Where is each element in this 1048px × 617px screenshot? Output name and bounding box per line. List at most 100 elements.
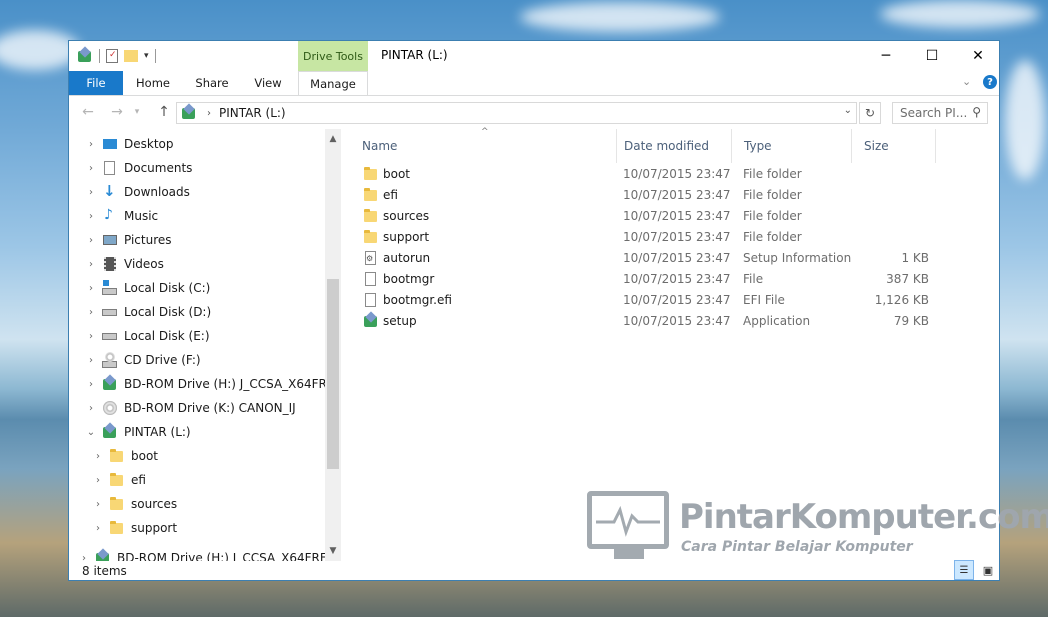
file-type: File folder xyxy=(743,229,802,244)
chevron-right-icon[interactable]: › xyxy=(84,139,98,150)
nav-label: Videos xyxy=(124,257,164,271)
desktop-cloud xyxy=(1005,60,1045,180)
chevron-right-icon[interactable]: › xyxy=(91,451,105,462)
tab-manage[interactable]: Manage xyxy=(298,71,368,95)
chevron-down-icon[interactable]: ⌄ xyxy=(84,427,98,438)
tab-share[interactable]: Share xyxy=(189,71,235,95)
nav-label: efi xyxy=(131,473,146,487)
address-bar[interactable]: › PINTAR (L:) ⌄ xyxy=(176,102,857,124)
nav-item-pictures[interactable]: › Pictures xyxy=(84,228,172,252)
tab-home[interactable]: Home xyxy=(129,71,177,95)
nav-label: BD-ROM Drive (K:) CANON_IJ xyxy=(124,401,296,415)
breadcrumb-chevron-icon[interactable]: › xyxy=(207,108,211,119)
nav-label: Downloads xyxy=(124,185,190,199)
setup-app-icon xyxy=(363,313,378,328)
navigation-scrollbar[interactable]: ▲ ▼ xyxy=(325,129,341,561)
column-header-size[interactable]: Size xyxy=(852,129,936,163)
tab-view[interactable]: View xyxy=(247,71,289,95)
drive-icon xyxy=(181,105,197,121)
chevron-right-icon[interactable]: › xyxy=(84,379,98,390)
chevron-right-icon[interactable]: › xyxy=(84,283,98,294)
customize-toolbar-icon[interactable]: ▾ xyxy=(144,51,149,61)
chevron-right-icon[interactable]: › xyxy=(84,259,98,270)
column-header-date[interactable]: Date modified xyxy=(612,129,732,163)
chevron-right-icon[interactable]: › xyxy=(84,355,98,366)
chevron-right-icon[interactable]: › xyxy=(91,499,105,510)
nav-item-videos[interactable]: › Videos xyxy=(84,252,164,276)
file-icon xyxy=(363,292,378,307)
nav-label: Local Disk (E:) xyxy=(124,329,210,343)
large-icons-view-icon[interactable]: ▣ xyxy=(978,560,998,580)
nav-label: PINTAR (L:) xyxy=(124,425,191,439)
nav-item-music[interactable]: › ♪ Music xyxy=(84,204,158,228)
nav-label: BD-ROM Drive (H:) J_CCSA_X64FRE_EN xyxy=(117,551,341,561)
chevron-right-icon[interactable]: › xyxy=(84,331,98,342)
file-size: 1 KB xyxy=(901,250,929,265)
chevron-right-icon[interactable]: › xyxy=(91,523,105,534)
chevron-right-icon[interactable]: › xyxy=(84,163,98,174)
scrollbar-thumb[interactable] xyxy=(327,279,339,469)
scroll-down-icon[interactable]: ▼ xyxy=(325,543,341,559)
scroll-up-icon[interactable]: ▲ xyxy=(325,131,341,147)
nav-item-local-disk-e[interactable]: › Local Disk (E:) xyxy=(84,324,210,348)
nav-item-sources[interactable]: › sources xyxy=(91,492,177,516)
monitor-logo-icon xyxy=(587,491,669,549)
item-count: 8 items xyxy=(82,564,127,578)
desktop-cloud xyxy=(880,0,1040,28)
nav-item-efi[interactable]: › efi xyxy=(91,468,146,492)
expand-ribbon-icon[interactable]: ⌄ xyxy=(962,75,971,88)
chevron-right-icon[interactable]: › xyxy=(84,307,98,318)
search-placeholder: Search PI... xyxy=(900,106,968,120)
file-row[interactable]: bootmgr.efi 10/07/2015 23:47 EFI File 1,126… xyxy=(350,289,950,310)
file-name: setup xyxy=(383,313,417,328)
nav-item-documents[interactable]: › Documents xyxy=(84,156,192,180)
nav-item-bd-rom-h-2[interactable]: › BD-ROM Drive (H:) J_CCSA_X64FRE_EN xyxy=(77,546,341,561)
file-row[interactable]: efi 10/07/2015 23:47 File folder xyxy=(350,184,950,205)
new-folder-icon[interactable] xyxy=(124,50,138,62)
refresh-button[interactable]: ↻ xyxy=(859,102,881,124)
drive-tools-context-label: Drive Tools xyxy=(298,41,368,71)
nav-item-cd-drive-f[interactable]: › CD Drive (F:) xyxy=(84,348,201,372)
nav-item-local-disk-d[interactable]: › Local Disk (D:) xyxy=(84,300,211,324)
up-button[interactable]: ↑ xyxy=(153,102,175,122)
column-header-name[interactable]: Name xyxy=(350,129,617,163)
chevron-right-icon[interactable]: › xyxy=(77,553,91,562)
file-row[interactable]: bootmgr 10/07/2015 23:47 File 387 KB xyxy=(350,268,950,289)
properties-icon[interactable]: ✓ xyxy=(106,49,118,63)
chevron-right-icon[interactable]: › xyxy=(84,211,98,222)
breadcrumb-pintar[interactable]: PINTAR (L:) xyxy=(219,106,286,120)
close-button[interactable]: ✕ xyxy=(955,41,1001,71)
chevron-right-icon[interactable]: › xyxy=(84,403,98,414)
maximize-button[interactable]: ☐ xyxy=(909,41,955,71)
nav-item-downloads[interactable]: › ↓ Downloads xyxy=(84,180,190,204)
help-icon[interactable]: ? xyxy=(983,75,997,89)
nav-item-local-disk-c[interactable]: › Local Disk (C:) xyxy=(84,276,210,300)
quick-access-toolbar: ✓ ▾ xyxy=(77,47,156,65)
nav-item-bd-rom-k[interactable]: › BD-ROM Drive (K:) CANON_IJ xyxy=(84,396,296,420)
file-row[interactable]: ⚙ autorun 10/07/2015 23:47 Setup Informatio… xyxy=(350,247,950,268)
nav-item-pintar-l[interactable]: ⌄ PINTAR (L:) xyxy=(84,420,191,444)
tab-file[interactable]: File xyxy=(69,71,123,95)
chevron-right-icon[interactable]: › xyxy=(84,235,98,246)
chevron-right-icon[interactable]: › xyxy=(84,187,98,198)
setup-drive-icon xyxy=(102,424,118,440)
file-row[interactable]: sources 10/07/2015 23:47 File folder xyxy=(350,205,950,226)
folder-icon xyxy=(363,229,378,244)
nav-item-support[interactable]: › support xyxy=(91,516,177,540)
recent-locations-chevron-icon[interactable]: ▾ xyxy=(131,102,143,122)
forward-button[interactable]: → xyxy=(106,102,128,122)
nav-item-desktop[interactable]: › Desktop xyxy=(84,132,174,156)
search-input[interactable]: Search PI... ⚲ xyxy=(892,102,988,124)
nav-item-bd-rom-h[interactable]: › BD-ROM Drive (H:) J_CCSA_X64FRE_EN xyxy=(84,372,341,396)
file-row[interactable]: setup 10/07/2015 23:47 Application 79 KB xyxy=(350,310,950,331)
column-header-type[interactable]: Type xyxy=(732,129,852,163)
chevron-right-icon[interactable]: › xyxy=(91,475,105,486)
minimize-button[interactable]: ─ xyxy=(863,41,909,71)
back-button[interactable]: ← xyxy=(77,102,99,122)
nav-label: CD Drive (F:) xyxy=(124,353,201,367)
nav-item-boot[interactable]: › boot xyxy=(91,444,158,468)
address-dropdown-icon[interactable]: ⌄ xyxy=(844,105,852,116)
file-row[interactable]: support 10/07/2015 23:47 File folder xyxy=(350,226,950,247)
file-row[interactable]: boot 10/07/2015 23:47 File folder xyxy=(350,163,950,184)
file-size: 387 KB xyxy=(886,271,929,286)
